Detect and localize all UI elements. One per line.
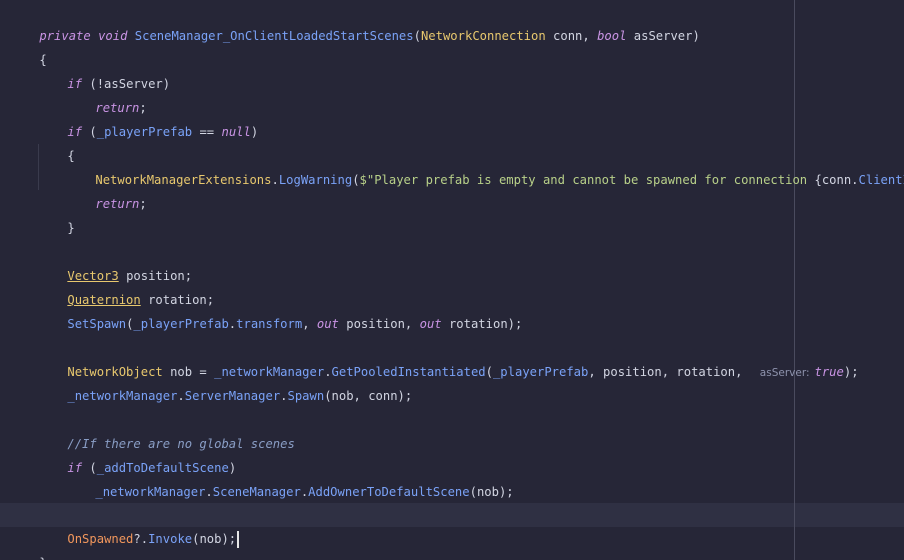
string-literal: $"Player prefab is empty and cannot be s… xyxy=(359,173,815,187)
brace: } xyxy=(67,221,75,235)
code-line-14[interactable]: _networkManager.ServerManager.Spawn(nob,… xyxy=(38,360,412,403)
parameter-hint: asServer: xyxy=(759,367,810,379)
plain-text: ) xyxy=(250,125,259,139)
keyword: null xyxy=(221,125,251,139)
punctuation: . xyxy=(271,173,279,187)
plain-text: asServer) xyxy=(626,29,700,43)
property-name: transform xyxy=(236,317,303,331)
property-name: ServerManager xyxy=(184,389,281,403)
plain-text: (nob); xyxy=(469,485,514,499)
punctuation: ( xyxy=(413,29,421,43)
variable: conn xyxy=(821,173,852,187)
field-name: _playerPrefab xyxy=(133,317,229,331)
method-name: SceneManager_OnClientLoadedStartScenes xyxy=(134,29,414,43)
code-line-19[interactable]: } xyxy=(10,527,46,560)
code-line-18[interactable]: OnSpawned?.Invoke(nob); xyxy=(38,503,240,548)
punctuation: ( xyxy=(352,173,360,187)
text-cursor xyxy=(237,531,240,548)
plain-text: conn, xyxy=(545,29,598,43)
plain-text: position, xyxy=(338,317,420,331)
code-line-3[interactable]: if (!asServer) xyxy=(38,48,170,91)
right-margin-guide xyxy=(794,0,795,560)
code-line-5[interactable]: if (_playerPrefab == null) xyxy=(38,96,258,139)
plain-text: == xyxy=(192,125,222,139)
code-line-16[interactable]: if (_addToDefaultScene) xyxy=(38,432,236,475)
keyword: private xyxy=(39,29,91,43)
plain-text: ( xyxy=(82,125,97,139)
method-name: Invoke xyxy=(148,532,193,546)
punctuation: , xyxy=(302,317,317,331)
code-line-2[interactable]: { xyxy=(10,24,46,67)
keyword: return xyxy=(95,197,140,211)
code-line-15[interactable]: //If there are no global scenes xyxy=(38,408,294,451)
method-name: SetSpawn xyxy=(67,317,127,331)
code-line-11[interactable]: Quaternion rotation; xyxy=(38,264,214,307)
punctuation: . xyxy=(280,389,288,403)
punctuation: ?. xyxy=(133,532,149,546)
keyword: out xyxy=(419,317,442,331)
method-name: LogWarning xyxy=(278,173,353,187)
punctuation: . xyxy=(177,389,185,403)
plain-text: (nob); xyxy=(192,532,237,546)
interpolation-brace: { xyxy=(814,173,822,187)
field-name: _networkManager xyxy=(67,389,178,403)
property-name: SceneManager xyxy=(212,485,301,499)
code-line-9[interactable]: } xyxy=(38,192,74,235)
plain-text: rotation); xyxy=(441,317,523,331)
code-line-8[interactable]: return; xyxy=(66,168,146,211)
field-name: _networkManager xyxy=(95,485,206,499)
method-name: Spawn xyxy=(287,389,325,403)
field-name: _playerPrefab xyxy=(492,365,589,379)
code-line-17[interactable]: _networkManager.SceneManager.AddOwnerToD… xyxy=(66,456,513,499)
plain-text: ; xyxy=(139,197,147,211)
plain-text: , position, rotation, xyxy=(588,365,750,379)
code-editor[interactable]: private void SceneManager_OnClientLoaded… xyxy=(0,0,904,560)
property-name: ClientId xyxy=(858,173,904,187)
event-name: OnSpawned xyxy=(67,532,134,546)
punctuation: ( xyxy=(485,365,493,379)
type-name: NetworkConnection xyxy=(420,29,546,43)
code-line-7[interactable]: NetworkManagerExtensions.LogWarning($"Pl… xyxy=(66,144,904,187)
keyword: void xyxy=(98,29,128,43)
plain-text: (nob, conn); xyxy=(324,389,413,403)
brace: } xyxy=(39,556,46,560)
code-line-6[interactable]: { xyxy=(38,120,74,163)
code-line-1[interactable]: private void SceneManager_OnClientLoaded… xyxy=(10,0,699,43)
field-name: _playerPrefab xyxy=(96,125,193,139)
keyword: out xyxy=(316,317,339,331)
punctuation: . xyxy=(851,173,859,187)
code-line-4[interactable]: return; xyxy=(66,72,146,115)
code-line-13[interactable]: NetworkObject nob = _networkManager.GetP… xyxy=(38,336,858,379)
punctuation: . xyxy=(205,485,213,499)
keyword: true xyxy=(814,365,844,379)
code-line-12[interactable]: SetSpawn(_playerPrefab.transform, out po… xyxy=(38,288,522,331)
method-name: AddOwnerToDefaultScene xyxy=(308,485,470,499)
code-line-10[interactable]: Vector3 position; xyxy=(38,240,192,283)
keyword: bool xyxy=(597,29,627,43)
punctuation: ); xyxy=(843,365,859,379)
